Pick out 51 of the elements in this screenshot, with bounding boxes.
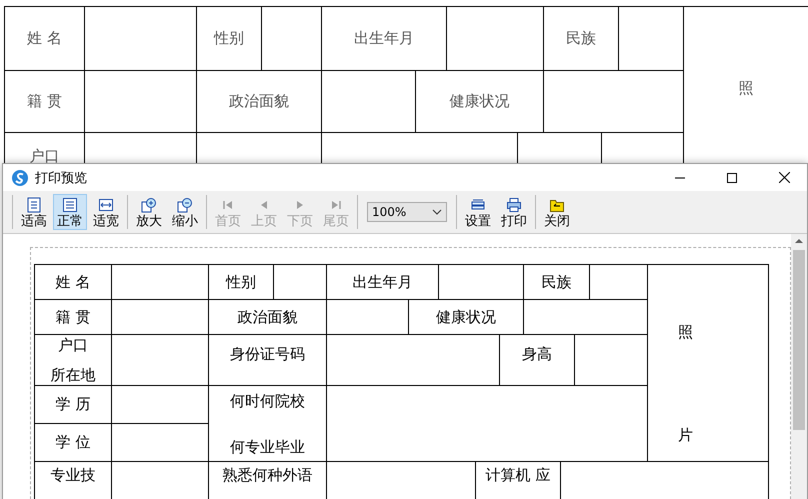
fit-height-icon <box>26 197 42 213</box>
form-label: 计算机 应 <box>486 466 550 485</box>
form-label: 何专业毕业 <box>230 438 305 457</box>
form-label: 健康状况 <box>450 92 510 111</box>
chevron-down-icon <box>432 209 442 215</box>
toolbar-button[interactable]: 关闭 <box>540 194 574 230</box>
close-icon <box>778 172 790 183</box>
form-label: 出生年月 <box>354 29 414 48</box>
folder-icon <box>549 197 565 213</box>
form-label: 籍 贯 <box>56 308 90 326</box>
fit-width-icon <box>98 197 114 213</box>
toolbar-button[interactable]: 适宽 <box>89 194 123 230</box>
form-label: 籍 贯 <box>27 92 62 111</box>
form-label: 性别 <box>226 272 256 292</box>
form-label: 身份证号码 <box>230 345 305 364</box>
form-label: 健康状况 <box>436 308 496 326</box>
form-label: 学 位 <box>56 433 90 452</box>
form-label: 户口 <box>30 147 60 166</box>
toolbar-button[interactable]: 正常 <box>53 194 87 230</box>
zoom-in-icon <box>141 197 157 213</box>
toolbar-button[interactable]: 打印 <box>497 194 531 230</box>
zoom-out-icon <box>177 197 193 213</box>
toolbar-button[interactable]: 设置 <box>461 194 495 230</box>
toolbar-button[interactable]: 适高 <box>17 194 51 230</box>
form-label: 姓 名 <box>56 272 90 292</box>
form-label: 何时何院校 <box>230 392 305 411</box>
scrollbar[interactable] <box>791 234 807 499</box>
form-label: 民族 <box>566 29 596 48</box>
page-lines-icon <box>62 197 78 213</box>
form-label: 出生年月 <box>352 272 412 292</box>
form-label: 所在地 <box>50 366 96 385</box>
app-logo-icon <box>11 168 29 186</box>
window-title: 打印预览 <box>35 170 88 186</box>
maximize-icon <box>727 172 737 182</box>
toolbar-button[interactable]: 放大 <box>132 194 166 230</box>
zoom-dropdown[interactable]: 100% <box>367 202 447 222</box>
form-label: 身高 <box>522 345 552 364</box>
form-label: 照 <box>738 79 754 98</box>
form-label: 熟悉何种外语 <box>222 466 312 485</box>
form-label: 专业技 <box>50 466 96 485</box>
form-label: 照 <box>678 323 693 342</box>
form-label: 性别 <box>214 29 244 48</box>
form-label: 姓 名 <box>27 29 62 48</box>
form-label: 民族 <box>542 272 572 292</box>
form-label: 学 历 <box>56 395 90 414</box>
form-label: 片 <box>678 426 693 445</box>
form-label: 政治面貌 <box>238 308 298 326</box>
form-label: 户口 <box>58 336 88 355</box>
form-label: 政治面貌 <box>229 92 289 111</box>
toolbar-button[interactable]: 缩小 <box>168 194 202 230</box>
printer-icon <box>506 197 522 213</box>
